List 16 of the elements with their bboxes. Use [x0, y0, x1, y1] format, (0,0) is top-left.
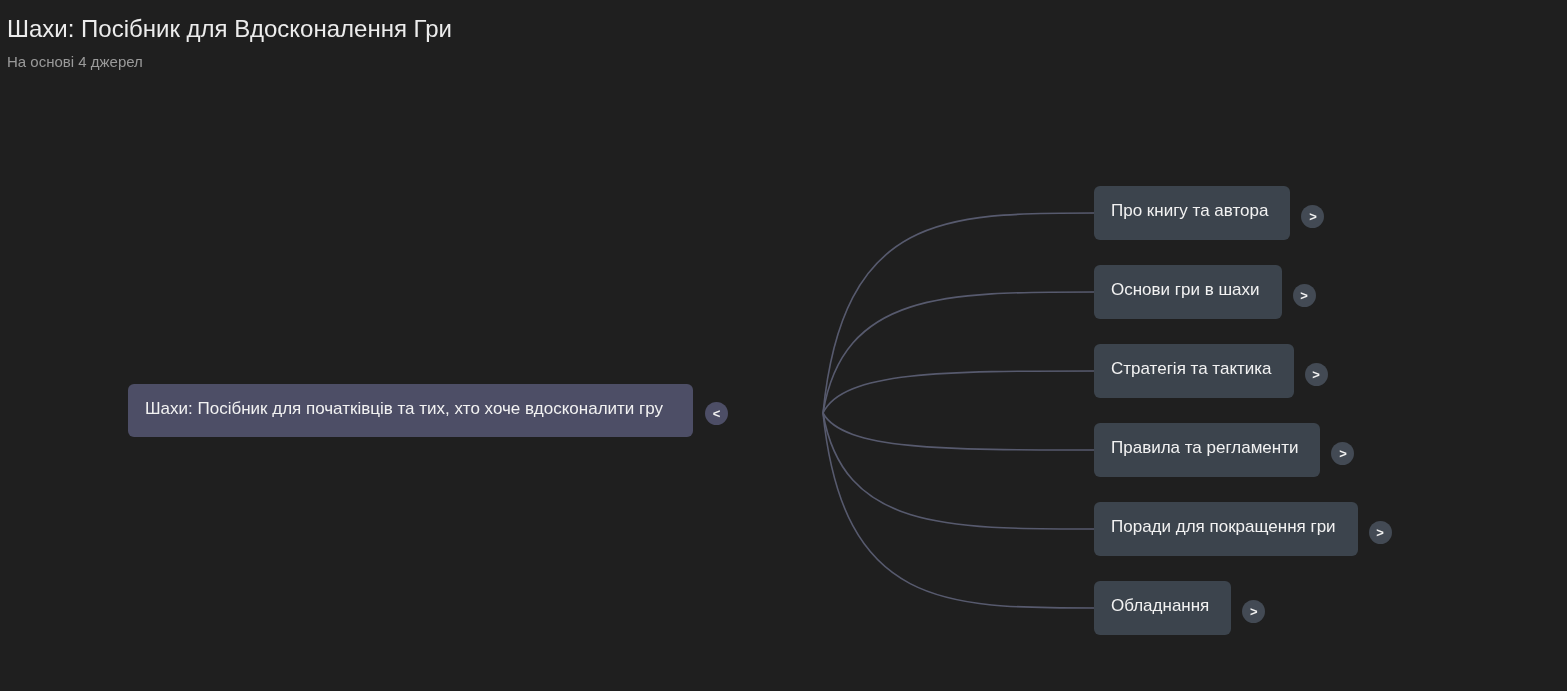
- expand-toggle[interactable]: >: [1301, 204, 1325, 228]
- collapse-toggle[interactable]: <: [705, 402, 729, 425]
- expand-toggle[interactable]: >: [1304, 362, 1328, 386]
- expand-toggle[interactable]: >: [1331, 441, 1355, 465]
- expand-toggle[interactable]: >: [1368, 520, 1392, 544]
- topic-node[interactable]: Правила та регламенти: [1094, 423, 1321, 477]
- topic-node[interactable]: Про книгу та автора: [1094, 186, 1291, 240]
- source-count: На основі 4 джерел: [7, 53, 144, 70]
- topic-node[interactable]: Обладнання: [1094, 581, 1232, 635]
- topic-node[interactable]: Основи гри в шахи: [1094, 265, 1282, 319]
- page-title: Шахи: Посібник для Вдосконалення Гри: [7, 14, 453, 44]
- topic-node[interactable]: Поради для покращення гри: [1094, 502, 1358, 556]
- topic-node[interactable]: Стратегія та тактика: [1094, 344, 1294, 398]
- expand-toggle[interactable]: >: [1292, 283, 1316, 307]
- root-node[interactable]: Шахи: Посібник для початківців та тих, хто хоче вдосконалити гру: [128, 384, 694, 437]
- expand-toggle[interactable]: >: [1242, 599, 1266, 623]
